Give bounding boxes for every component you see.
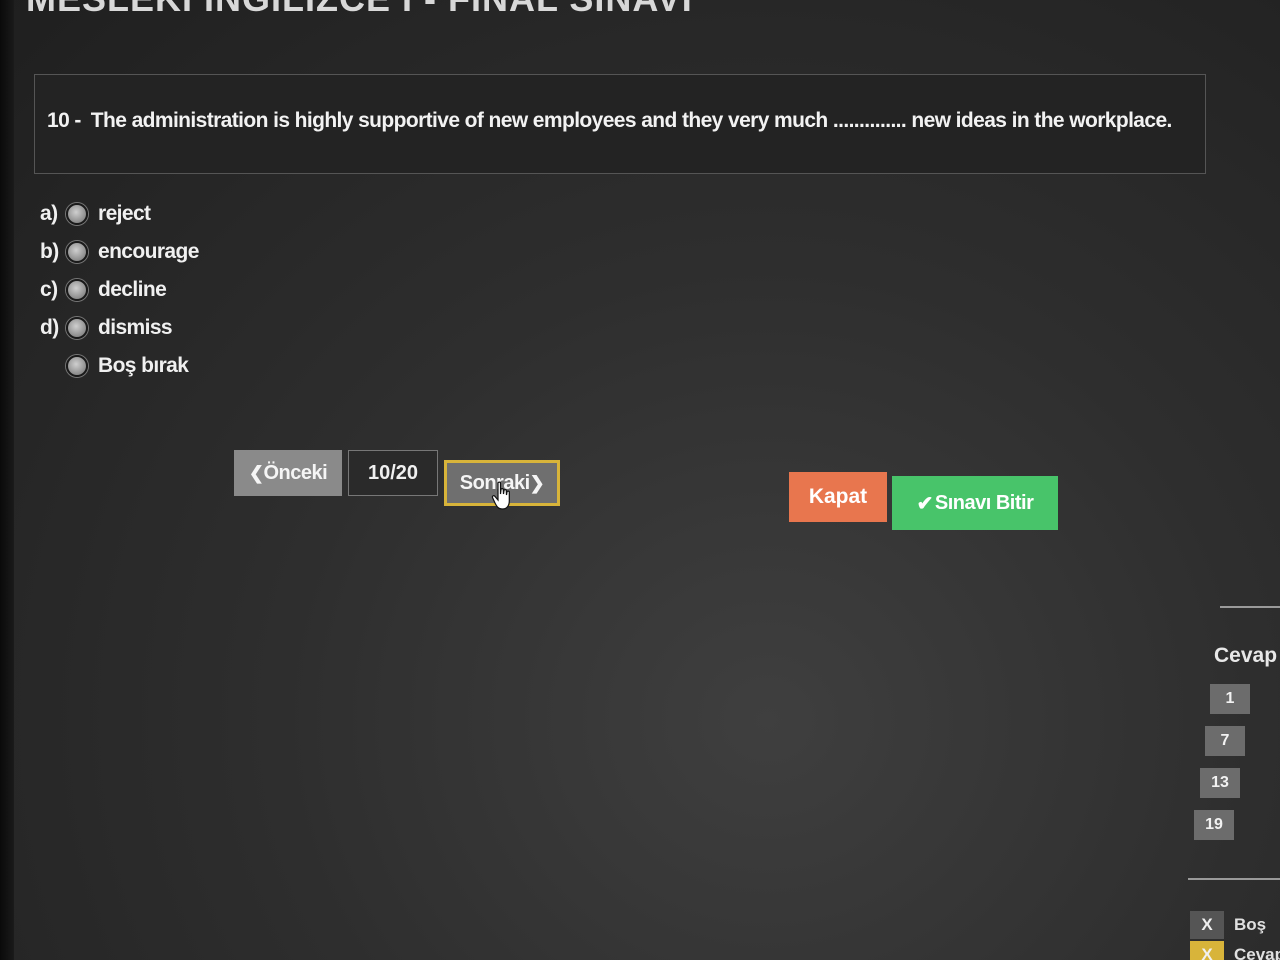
question-text-row: 10 - The administration is highly support… [47,109,1172,133]
next-button[interactable]: Sonraki ❯ [444,460,560,510]
legend-label-answered: Cevap [1234,945,1280,960]
legend-row-empty: X Boş [1190,910,1280,940]
exam-screen: MESLEKİ İNGİLİZCE I - FİNAL SINAVI 10 - T… [0,0,1280,960]
option-skip-radio[interactable] [66,355,88,377]
answer-legend: X Boş X Cevap [1190,910,1280,960]
chevron-right-icon: ❯ [529,472,545,493]
option-skip[interactable]: Boş bırak [40,347,199,385]
close-button[interactable]: Kapat [789,472,887,522]
answer-number-19[interactable]: 19 [1194,810,1234,840]
answer-grid: 1 7 13 19 [1194,684,1250,852]
question-text: The administration is highly supportive … [90,109,1173,132]
page-indicator: 10/20 [348,450,438,496]
previous-button-label: Önceki [263,461,328,484]
option-b-radio[interactable] [66,241,88,263]
legend-row-answered: X Cevap [1190,940,1280,960]
finish-exam-label: Sınavı Bitir [934,491,1034,514]
option-label: Boş bırak [98,354,189,377]
answer-number-13[interactable]: 13 [1200,768,1240,798]
option-c[interactable]: c) decline [40,271,199,309]
option-a[interactable]: a) reject [40,195,199,233]
chevron-left-icon: ❮ [248,462,264,483]
exam-title: MESLEKİ İNGİLİZCE I - FİNAL SINAVI [26,0,693,20]
sidebar-divider [1220,606,1280,608]
answer-options: a) reject b) encourage c) decline d) dis… [40,195,199,385]
option-letter: d) [40,316,59,339]
option-b[interactable]: b) encourage [40,233,199,271]
option-c-radio[interactable] [66,279,88,301]
legend-label-empty: Boş [1234,915,1267,934]
option-letter: a) [40,202,58,225]
check-icon: ✔ [916,492,934,515]
option-d[interactable]: d) dismiss [40,309,199,347]
option-letter: c) [40,278,58,301]
question-box: 10 - The administration is highly support… [34,74,1206,174]
option-label: decline [98,278,167,301]
legend-mark-answered: X [1190,941,1224,960]
answer-panel-title: Cevap [1214,644,1278,667]
sidebar-divider [1188,878,1280,880]
hand-pointer-icon [491,481,510,510]
question-navigation: ❮ Önceki 10/20 Sonraki ❯ [234,450,560,510]
option-letter: b) [40,240,59,263]
previous-button[interactable]: ❮ Önceki [234,450,342,496]
option-label: encourage [98,240,199,263]
answer-number-7[interactable]: 7 [1205,726,1245,756]
monitor-bezel [0,0,14,960]
finish-exam-button[interactable]: ✔ Sınavı Bitir [892,476,1058,530]
question-number: 10 - [47,109,81,132]
option-d-radio[interactable] [66,317,88,339]
option-a-radio[interactable] [66,203,88,225]
legend-mark-empty: X [1190,911,1224,939]
option-label: reject [98,202,151,225]
option-label: dismiss [98,316,173,339]
answer-number-1[interactable]: 1 [1210,684,1250,714]
